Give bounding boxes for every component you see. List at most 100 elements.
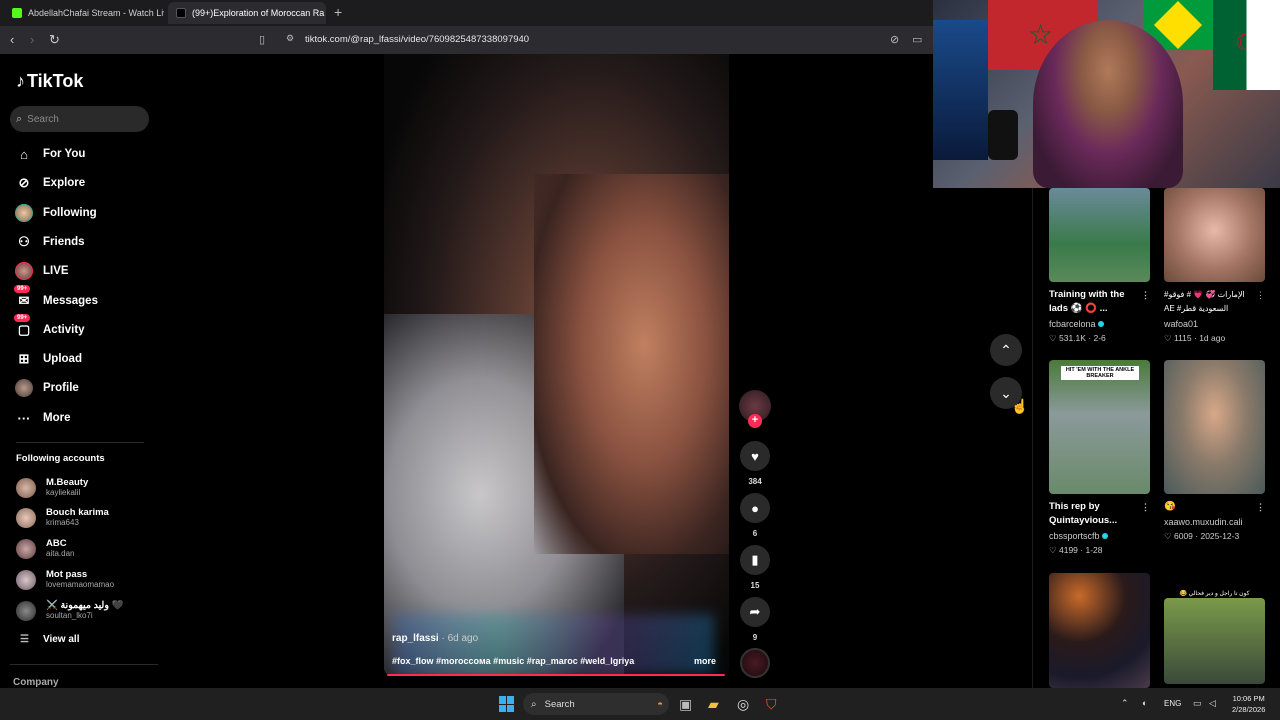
folder-icon[interactable]: ▰ (708, 696, 719, 713)
video-author[interactable]: rap_lfassi · 6d ago (392, 633, 478, 644)
bing-icon: ◓ (657, 698, 663, 710)
browser-tab-active[interactable]: (99+)Exploration of Moroccan Ra ✕ (168, 2, 326, 24)
card-author[interactable]: wafoa01 (1164, 319, 1265, 329)
tab-label: AbdellahChafai Stream - Watch Live (28, 8, 164, 18)
video-thumbnail[interactable]: HIT 'EM WITH THE ANKLE BREAKER (1049, 360, 1150, 494)
video-thumbnail[interactable] (1164, 360, 1265, 494)
video-thumbnail[interactable] (1049, 188, 1150, 282)
video-progress-bar[interactable] (387, 674, 726, 676)
sidebar-item-friends[interactable]: ⚇ Friends (14, 231, 84, 253)
account-item[interactable]: Bouch karima krima643 (16, 507, 109, 528)
card-stats: ♡ 1115 · 1d ago (1164, 333, 1226, 343)
card-title[interactable]: Training with the lads ⚽ ⭕ ... ⋮ (1049, 288, 1150, 316)
microphone (988, 110, 1018, 160)
video-player[interactable] (384, 54, 729, 676)
share-count: 9 (752, 633, 758, 642)
close-icon[interactable]: ✕ (324, 7, 326, 20)
sidebar-item-messages[interactable]: ✉ 99+ Messages (14, 285, 98, 312)
card-author[interactable]: xaawo.muxudin.cali (1164, 517, 1265, 527)
site-info-icon[interactable]: ⚙ (286, 33, 294, 44)
bookmark-icon[interactable]: ▮ (740, 545, 770, 575)
account-handle: lovemamaomamao (46, 580, 115, 589)
card-author[interactable]: cbssportscfb (1049, 531, 1150, 541)
account-item[interactable]: ⚔️ وليد ميهمونة 🖤 soultan_lko7i (16, 600, 123, 621)
share-icon[interactable]: ➦ (740, 597, 770, 627)
sidebar-item-profile[interactable]: Profile (14, 377, 79, 399)
like-count: 1115 (1173, 333, 1192, 343)
sidebar-item-explore[interactable]: ⊘ Explore (14, 172, 86, 194)
mic-icon[interactable]: ◐ (1142, 698, 1147, 708)
brave-icon[interactable]: ⛉ (766, 696, 777, 713)
account-item[interactable]: M.Beauty kayliekalil (16, 477, 88, 498)
card-title[interactable]: #الإمارات 💞 💗 # فوقو AE #السعودية قطر SA… (1164, 288, 1265, 316)
video-thumbnail[interactable] (1164, 188, 1265, 282)
url-field[interactable]: tiktok.com/@rap_lfassi/video/76098254873… (305, 34, 529, 45)
taskbar-search[interactable]: ⌕ Search ◓ (523, 693, 669, 715)
video-hashtags[interactable]: #fox_flow #moroccoмa #music #rap_maroc #… (392, 656, 634, 666)
more-icon[interactable]: ⋮ (1256, 500, 1265, 514)
back-icon[interactable]: ‹ (10, 32, 14, 47)
avatar (16, 600, 36, 621)
video-username[interactable]: rap_lfassi (392, 633, 439, 644)
sidebar-item-activity[interactable]: ▢ 99+ Activity (14, 314, 85, 341)
task-view-icon[interactable]: ▣ (679, 696, 692, 713)
view-all-button[interactable]: ☰ View all (20, 634, 79, 645)
more-icon[interactable]: ⋮ (1141, 288, 1150, 302)
account-item[interactable]: ABC aita.dan (16, 538, 74, 559)
more-icon[interactable]: ⋮ (1141, 500, 1150, 514)
clock[interactable]: 10:06 PM 2/28/2026 (1232, 693, 1265, 715)
save-action[interactable]: ▮ 15 (740, 545, 770, 590)
sidebar-item-following[interactable]: Following (14, 202, 97, 224)
search-icon: ⌕ (531, 698, 537, 710)
bookmark-icon[interactable]: ▯ (259, 33, 265, 46)
previous-video-button[interactable]: ⌃ (990, 334, 1022, 366)
comment-action[interactable]: ● 6 (740, 493, 770, 538)
card-title-text: #الإمارات 💞 💗 # فوقو AE #السعودية قطر SA… (1164, 290, 1245, 313)
sidebar-item-more[interactable]: ··· More (14, 407, 71, 429)
account-item[interactable]: Mot pass lovemamaomamao (16, 569, 114, 590)
card-author[interactable]: fcbarcelona (1049, 319, 1150, 329)
windows-start-icon[interactable] (499, 696, 515, 712)
comment-icon[interactable]: ● (740, 493, 770, 523)
sidebar-item-label: Messages (43, 295, 98, 307)
tiktok-logo[interactable]: ♪ TikTok (16, 71, 83, 92)
reload-icon[interactable]: ↻ (49, 32, 60, 48)
video-card[interactable]: Training with the lads ⚽ ⭕ ... ⋮ fcbarcel… (1049, 188, 1150, 344)
music-disc-icon[interactable] (740, 648, 770, 678)
heart-icon[interactable]: ♥ (740, 441, 770, 471)
video-card[interactable]: 😘 ⋮ xaawo.muxudin.cali ♡ 6009 · 2025-12-3 (1164, 360, 1265, 542)
browser-tab[interactable]: AbdellahChafai Stream - Watch Live (4, 2, 164, 24)
more-button[interactable]: more (694, 656, 716, 666)
video-card[interactable]: 😂 كون تا راجل و دير فحالي (1164, 591, 1265, 684)
card-stats: ♡ 6009 · 2025-12-3 (1164, 531, 1240, 541)
card-title[interactable]: This rep by Quintayvious... ⋮ (1049, 500, 1150, 528)
like-action[interactable]: ♥ 384 (740, 441, 770, 486)
video-card[interactable]: HIT 'EM WITH THE ANKLE BREAKER This rep … (1049, 360, 1150, 556)
company-link[interactable]: Company (13, 677, 59, 688)
share-action[interactable]: ➦ 9 (740, 597, 770, 642)
video-thumbnail[interactable]: 😂 كون تا راجل و دير فحالي (1164, 591, 1265, 684)
language-indicator[interactable]: ENG (1164, 699, 1181, 708)
cast-icon[interactable]: ▭ (912, 33, 922, 46)
follow-button[interactable]: + (748, 414, 762, 428)
card-title[interactable]: 😘 ⋮ (1164, 500, 1265, 514)
forward-icon[interactable]: › (30, 32, 34, 47)
sidebar-item-live[interactable]: LIVE (14, 260, 69, 282)
video-card[interactable]: #الإمارات 💞 💗 # فوقو AE #السعودية قطر SA… (1164, 188, 1265, 344)
list-icon: ☰ (20, 634, 29, 645)
search-input[interactable]: ⌕ Search (10, 106, 149, 132)
obs-icon[interactable]: ◎ (737, 696, 749, 713)
chevron-up-icon[interactable]: ⌃ (1121, 698, 1129, 709)
more-icon[interactable]: ⋮ (1256, 288, 1265, 302)
sidebar-item-upload[interactable]: ⊞ Upload (14, 348, 82, 370)
network-icon[interactable]: ▭ (1193, 698, 1202, 709)
account-handle: aita.dan (46, 549, 75, 558)
sidebar-item-for-you[interactable]: ⌂ For You (14, 143, 85, 165)
volume-icon[interactable]: ◁ (1209, 698, 1216, 709)
clock-date: 2/28/2026 (1232, 705, 1266, 714)
taskbar-search-label: Search (544, 698, 575, 710)
new-tab-icon[interactable]: + (334, 4, 342, 20)
shield-icon[interactable]: ⊘ (890, 33, 899, 46)
video-card[interactable] (1049, 573, 1150, 688)
video-thumbnail[interactable] (1049, 573, 1150, 688)
